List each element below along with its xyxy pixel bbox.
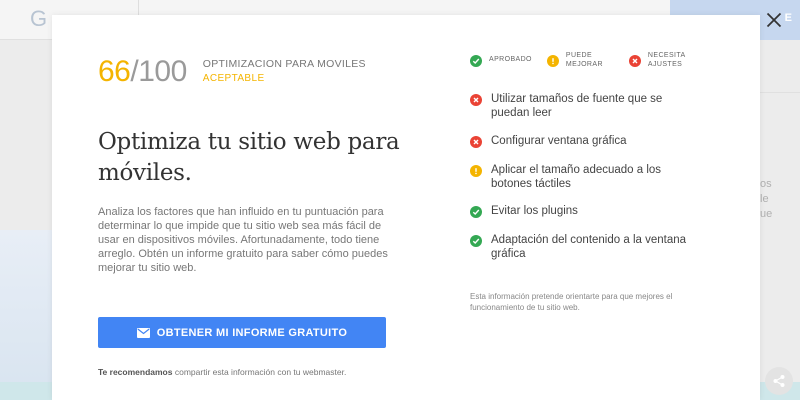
score-value: 66 [98, 55, 131, 88]
score-total: /100 [130, 55, 187, 88]
recommendation-bold: Te recomendamos [98, 367, 173, 377]
legend-improve: PUEDE MEJORAR [546, 52, 603, 69]
checklist-item: Aplicar el tamaño adecuado a los botones… [470, 163, 710, 191]
score-labels: OPTIMIZACION PARA MOVILES ACEPTABLE [203, 58, 366, 84]
close-button[interactable] [762, 8, 786, 32]
legend-needs: NECESITA AJUSTES [628, 52, 686, 69]
background-side-text: os [760, 178, 772, 190]
checklist-item: Evitar los plugins [470, 204, 710, 218]
cross-icon [628, 54, 641, 67]
share-button[interactable] [765, 367, 793, 395]
exclamation-icon [546, 54, 559, 67]
modal-heading: Optimiza tu sitio web para móviles. [98, 129, 400, 186]
mobile-optimization-modal: 66/100 OPTIMIZACION PARA MOVILES ACEPTAB… [52, 15, 760, 400]
score: 66/100 [98, 55, 187, 89]
background-divider-right [760, 92, 800, 93]
background-left-panel [0, 230, 52, 400]
score-title: OPTIMIZACION PARA MOVILES [202, 58, 366, 70]
checklist-item: Adaptación del contenido a la ventana gr… [470, 233, 710, 261]
legend-improve-line1: PUEDE [565, 52, 593, 59]
share-icon [773, 375, 785, 387]
mail-icon [136, 327, 150, 338]
exclamation-icon [470, 165, 482, 177]
legend-needs-line2: AJUSTES [647, 60, 683, 68]
optimization-checklist: Utilizar tamaños de fuente que se puedan… [470, 92, 710, 261]
close-icon [766, 12, 782, 28]
background-side-text: ue [760, 208, 773, 220]
checklist-item: Utilizar tamaños de fuente que se puedan… [470, 92, 710, 120]
legend-improve-label: PUEDE MEJORAR [566, 52, 603, 69]
checklist-item: Configurar ventana gráfica [470, 134, 710, 148]
check-icon [470, 235, 482, 247]
status-legend: APROBADO PUEDE MEJORAR NECESITA AJUSTES [470, 52, 686, 69]
legend-approved-label: APROBADO [489, 56, 532, 64]
webmaster-recommendation: Te recomendamos compartir esta informaci… [98, 367, 346, 377]
cross-icon [470, 94, 482, 106]
background-logo: G [30, 6, 48, 31]
get-free-report-label: OBTENER MI INFORME GRATUITO [156, 326, 348, 339]
checklist-item-label: Evitar los plugins [491, 205, 578, 217]
checklist-item-label: Aplicar el tamaño adecuado a los botones… [491, 164, 662, 190]
recommendation-text: compartir esta información con tu webmas… [172, 367, 347, 377]
checklist-item-label: Adaptación del contenido a la ventana gr… [491, 234, 687, 260]
score-block: 66/100 OPTIMIZACION PARA MOVILES ACEPTAB… [98, 55, 366, 89]
check-icon [470, 206, 482, 218]
check-icon [470, 54, 482, 67]
checklist-item-label: Configurar ventana gráfica [491, 135, 627, 147]
legend-approved: APROBADO [470, 54, 532, 67]
checklist-item-label: Utilizar tamaños de fuente que se puedan… [491, 93, 663, 119]
score-rating: ACEPTABLE [202, 73, 265, 84]
legend-needs-label: NECESITA AJUSTES [648, 52, 686, 69]
footnote: Esta información pretende orientarte par… [470, 292, 673, 312]
legend-needs-line1: NECESITA [647, 52, 686, 59]
modal-description: Analiza los factores que han influido en… [98, 206, 388, 274]
get-free-report-button[interactable]: OBTENER MI INFORME GRATUITO [98, 317, 386, 348]
background-side-text: le [760, 193, 769, 205]
legend-improve-line2: MEJORAR [565, 60, 603, 68]
cross-icon [470, 136, 482, 148]
